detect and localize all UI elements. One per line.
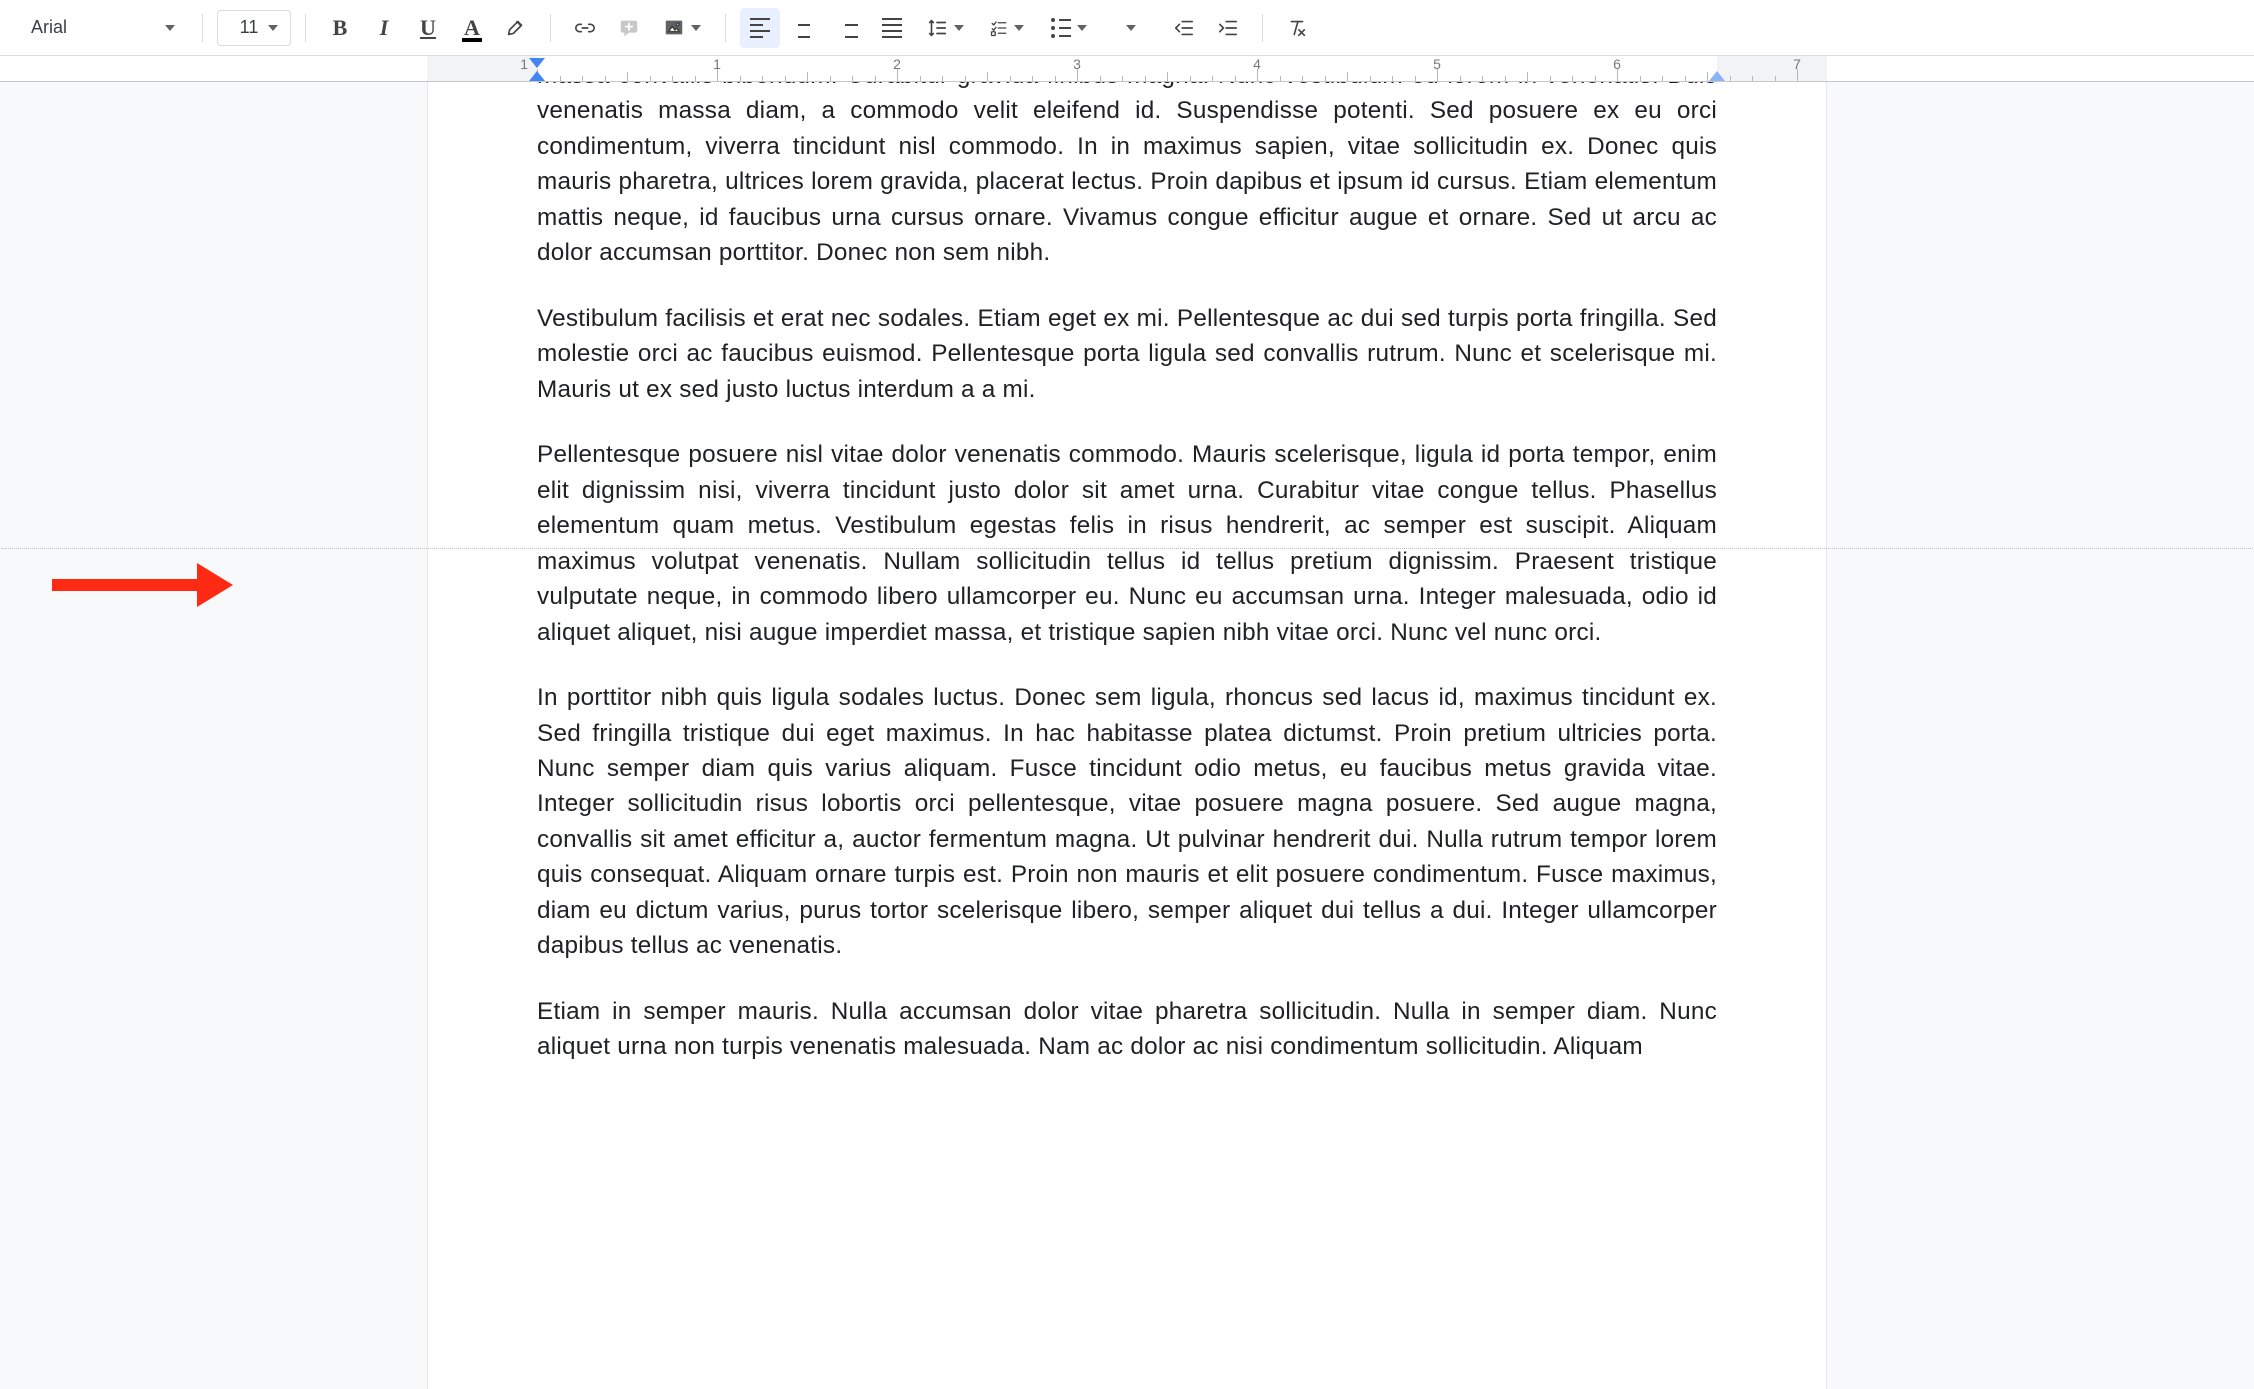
insert-link-button[interactable] <box>565 8 605 48</box>
paragraph[interactable]: Pellentesque posuere nisl vitae dolor ve… <box>537 437 1717 650</box>
formatting-toolbar: Arial 11 B I U A <box>0 0 2254 56</box>
clear-formatting-button[interactable] <box>1277 8 1317 48</box>
link-icon <box>574 17 596 39</box>
checklist-icon <box>990 19 1008 37</box>
paragraph[interactable]: In porttitor nibh quis ligula sodales lu… <box>537 680 1717 964</box>
italic-button[interactable]: I <box>364 8 404 48</box>
bold-button[interactable]: B <box>320 8 360 48</box>
bulleted-list-button[interactable] <box>1040 8 1098 48</box>
align-center-icon <box>794 18 814 38</box>
underline-icon: U <box>420 17 436 39</box>
font-size-select[interactable]: 11 <box>217 10 291 46</box>
chevron-down-icon <box>268 25 278 31</box>
chevron-down-icon <box>165 25 175 31</box>
bulleted-list-icon <box>1051 18 1071 38</box>
font-family-value: Arial <box>31 17 67 38</box>
increase-indent-button[interactable] <box>1208 8 1248 48</box>
align-right-icon <box>838 18 858 38</box>
align-right-button[interactable] <box>828 8 868 48</box>
separator <box>202 14 203 42</box>
align-center-button[interactable] <box>784 8 824 48</box>
checklist-button[interactable] <box>978 8 1036 48</box>
chevron-down-icon <box>1077 25 1087 31</box>
document-workspace: massa convallis bibendum. Curabitur grav… <box>0 82 2254 1389</box>
highlighter-icon <box>505 17 527 39</box>
chevron-down-icon <box>691 25 701 31</box>
clear-formatting-icon <box>1286 17 1308 39</box>
separator <box>550 14 551 42</box>
separator <box>305 14 306 42</box>
decrease-indent-button[interactable] <box>1164 8 1204 48</box>
numbered-list-button[interactable] <box>1102 8 1160 48</box>
paragraph[interactable]: Vestibulum facilisis et erat nec sodales… <box>537 301 1717 407</box>
text-color-button[interactable]: A <box>452 8 492 48</box>
increase-indent-icon <box>1217 17 1239 39</box>
font-size-value: 11 <box>240 17 259 38</box>
separator <box>725 14 726 42</box>
highlight-button[interactable] <box>496 8 536 48</box>
bold-icon: B <box>333 17 348 39</box>
insert-image-button[interactable] <box>653 8 711 48</box>
text-color-icon: A <box>464 17 480 39</box>
line-spacing-button[interactable] <box>916 8 974 48</box>
page-break-line <box>1 548 2254 549</box>
chevron-down-icon <box>1126 25 1136 31</box>
image-icon <box>663 17 685 39</box>
align-left-button[interactable] <box>740 8 780 48</box>
chevron-down-icon <box>954 25 964 31</box>
separator <box>1262 14 1263 42</box>
italic-icon: I <box>380 17 389 39</box>
line-spacing-icon <box>926 17 948 39</box>
insert-comment-button[interactable] <box>609 8 649 48</box>
arrow-shaft <box>52 579 197 591</box>
align-justify-button[interactable] <box>872 8 912 48</box>
align-justify-icon <box>882 18 902 38</box>
horizontal-ruler[interactable]: 11234567 <box>0 56 2254 82</box>
paragraph[interactable]: massa convallis bibendum. Curabitur grav… <box>537 82 1717 271</box>
annotation-arrow <box>52 563 233 607</box>
align-left-icon <box>750 18 770 38</box>
arrow-head-icon <box>197 563 233 607</box>
document-page[interactable]: massa convallis bibendum. Curabitur grav… <box>427 82 1827 1389</box>
paragraph[interactable]: Etiam in semper mauris. Nulla accumsan d… <box>537 994 1717 1065</box>
comment-plus-icon <box>618 17 640 39</box>
chevron-down-icon <box>1014 25 1024 31</box>
font-family-select[interactable]: Arial <box>18 10 188 46</box>
decrease-indent-icon <box>1173 17 1195 39</box>
underline-button[interactable]: U <box>408 8 448 48</box>
